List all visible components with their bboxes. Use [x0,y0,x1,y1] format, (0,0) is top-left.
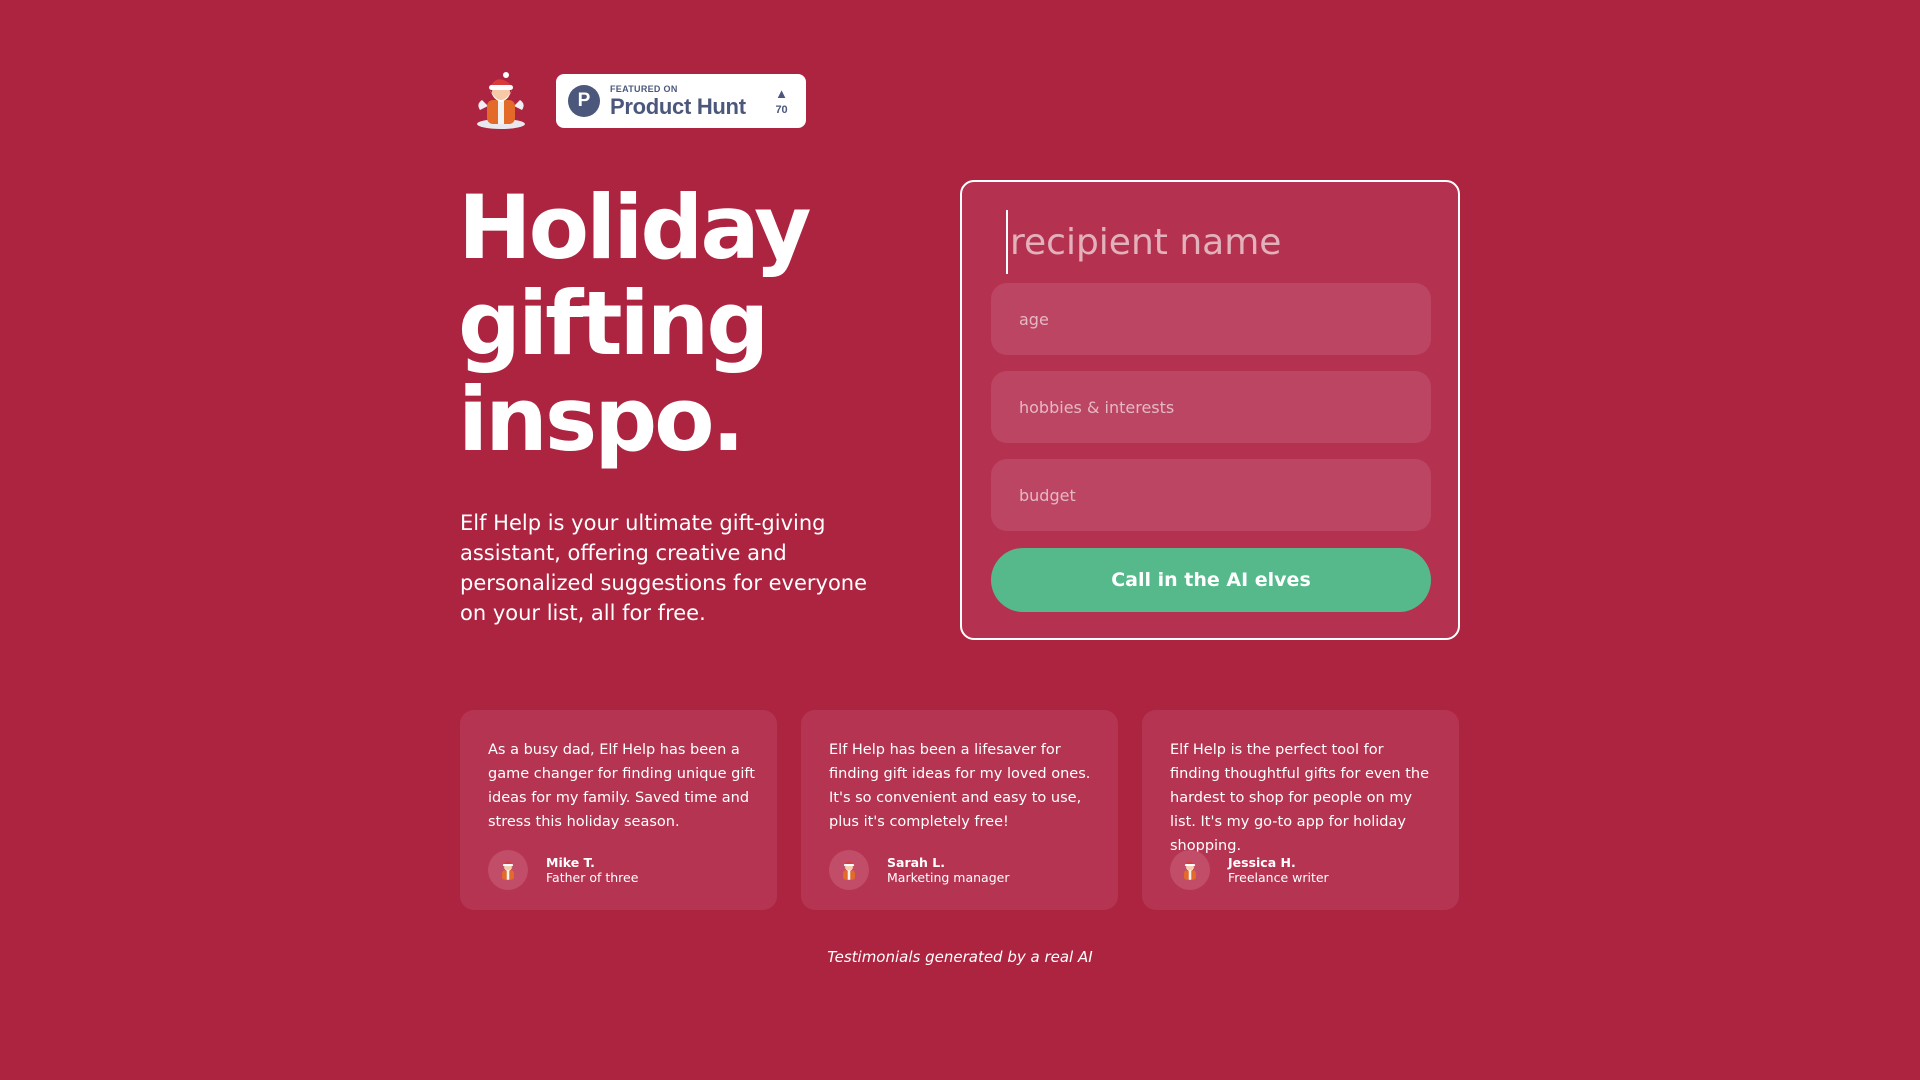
testimonial-role: Marketing manager [887,870,1010,885]
testimonial-role: Father of three [546,870,639,885]
hero-title-line: Holiday [458,176,811,279]
hero-description: Elf Help is your ultimate gift-giving as… [460,511,868,625]
recipient-name-input[interactable] [1006,210,1426,274]
product-hunt-badge[interactable]: P FEATURED ON Product Hunt ▲ 70 [556,74,806,128]
testimonial-quote: Elf Help is the perfect tool for finding… [1170,742,1430,854]
product-hunt-name: Product Hunt [610,93,746,119]
hero-title-line: gifting [458,272,769,375]
santa-elf-avatar-icon [829,850,869,890]
testimonial-author: Mike T. Father of three [488,850,638,890]
testimonial-name: Jessica H. [1228,855,1296,870]
featured-on-label: FEATURED ON [610,83,678,94]
call-ai-elves-button[interactable]: Call in the AI elves [991,548,1431,612]
budget-input[interactable] [991,459,1431,531]
page: P FEATURED ON Product Hunt ▲ 70 Holiday … [0,0,1920,1080]
santa-elf-avatar-icon [488,850,528,890]
testimonial-author: Jessica H. Freelance writer [1170,850,1329,890]
testimonials-footnote: Testimonials generated by a real AI [827,948,1093,966]
testimonial-quote: As a busy dad, Elf Help has been a game … [488,742,755,830]
testimonials-section: As a busy dad, Elf Help has been a game … [460,710,1460,910]
hobbies-input[interactable] [991,371,1431,443]
santa-elf-avatar-icon [1170,850,1210,890]
testimonial-card: Elf Help has been a lifesaver for findin… [801,710,1118,910]
testimonial-role: Freelance writer [1228,870,1329,885]
triangle-up-icon: ▲ [775,85,788,101]
testimonial-quote: Elf Help has been a lifesaver for findin… [829,742,1091,830]
product-hunt-text: FEATURED ON Product Hunt [610,83,746,119]
testimonial-author: Sarah L. Marketing manager [829,850,1009,890]
product-hunt-logo-icon: P [568,85,600,117]
upvote-count: 70 [775,103,788,116]
testimonial-card: As a busy dad, Elf Help has been a game … [460,710,777,910]
hero-title-line: inspo. [458,368,745,471]
testimonial-meta: Mike T. Father of three [546,855,638,885]
upvote-counter: ▲ 70 [775,87,788,116]
testimonial-name: Mike T. [546,855,595,870]
santa-elf-logo-icon[interactable] [468,66,534,132]
age-input[interactable] [991,283,1431,355]
testimonial-meta: Sarah L. Marketing manager [887,855,1009,885]
testimonial-name: Sarah L. [887,855,946,870]
hero-title: Holiday gifting inspo. [458,180,938,468]
testimonial-card: Elf Help is the perfect tool for finding… [1142,710,1459,910]
testimonial-meta: Jessica H. Freelance writer [1228,855,1329,885]
gift-form: Call in the AI elves [960,180,1460,640]
